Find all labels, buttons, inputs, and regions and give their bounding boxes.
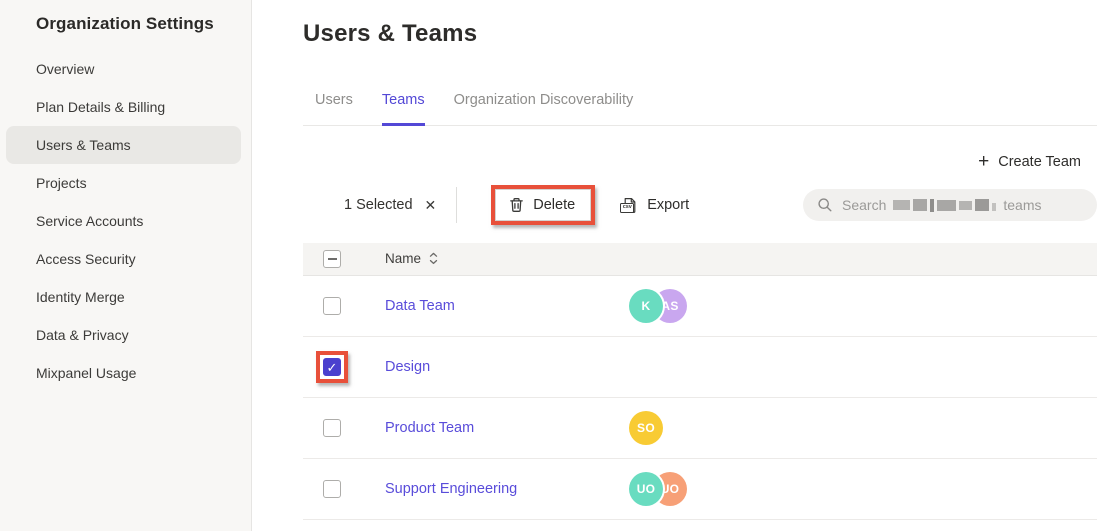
table-row-design: ✓ Design bbox=[303, 337, 1097, 398]
export-button-label: Export bbox=[647, 197, 689, 213]
search-icon bbox=[817, 197, 833, 213]
bulk-action-toolbar: 1 Selected ✕ Delete bbox=[303, 183, 1097, 227]
delete-button-label: Delete bbox=[533, 197, 575, 213]
csv-file-icon: csv bbox=[622, 197, 638, 214]
tab-bar: Users Teams Organization Discoverability bbox=[303, 92, 1097, 126]
team-link-product-team[interactable]: Product Team bbox=[385, 420, 474, 436]
name-column-header: Name bbox=[385, 251, 438, 266]
search-input[interactable]: Search teams bbox=[803, 189, 1097, 221]
sidebar-item-identity-merge[interactable]: Identity Merge bbox=[0, 278, 251, 316]
sidebar-item-projects[interactable]: Projects bbox=[0, 164, 251, 202]
checkbox-highlight-box: ✓ bbox=[316, 351, 348, 383]
sidebar-title: Organization Settings bbox=[0, 12, 251, 34]
table-header-row: Name bbox=[303, 243, 1097, 276]
row-checkbox[interactable] bbox=[323, 419, 341, 437]
main-content: Users & Teams Users Teams Organization D… bbox=[252, 0, 1108, 531]
avatar: K bbox=[629, 289, 663, 323]
trash-icon bbox=[509, 197, 524, 213]
avatar: SO bbox=[629, 411, 663, 445]
sidebar-item-data-privacy[interactable]: Data & Privacy bbox=[0, 316, 251, 354]
row-checkbox-checked[interactable]: ✓ bbox=[323, 358, 341, 376]
toolbar-divider bbox=[456, 187, 457, 223]
team-link-data-team[interactable]: Data Team bbox=[385, 298, 455, 314]
create-team-button[interactable]: + Create Team bbox=[978, 152, 1081, 171]
sidebar: Organization Settings Overview Plan Deta… bbox=[0, 0, 252, 531]
page-title: Users & Teams bbox=[303, 20, 1097, 48]
team-link-design[interactable]: Design bbox=[385, 359, 430, 375]
table-row-product-team: Product Team SO bbox=[303, 398, 1097, 459]
sidebar-item-mixpanel-usage[interactable]: Mixpanel Usage bbox=[0, 354, 251, 392]
member-avatars: K AS bbox=[629, 289, 687, 323]
delete-button[interactable]: Delete bbox=[495, 189, 591, 221]
table-row-data-team: Data Team K AS bbox=[303, 276, 1097, 337]
sidebar-item-access-security[interactable]: Access Security bbox=[0, 240, 251, 278]
member-avatars: SO bbox=[629, 411, 663, 445]
avatar: UO bbox=[629, 472, 663, 506]
search-placeholder: Search teams bbox=[842, 197, 1041, 213]
tab-organization-discoverability[interactable]: Organization Discoverability bbox=[454, 92, 634, 125]
clear-selection-icon[interactable]: ✕ bbox=[423, 195, 439, 216]
selection-status: 1 Selected ✕ bbox=[344, 195, 438, 216]
tab-users[interactable]: Users bbox=[315, 92, 353, 125]
create-team-row: + Create Team bbox=[303, 152, 1097, 171]
sidebar-item-users-teams[interactable]: Users & Teams bbox=[6, 126, 241, 164]
table-row-support-engineering: Support Engineering UO UO bbox=[303, 459, 1097, 520]
teams-table: Name Data Team K AS bbox=[303, 243, 1097, 520]
tab-teams[interactable]: Teams bbox=[382, 92, 425, 126]
sidebar-item-service-accounts[interactable]: Service Accounts bbox=[0, 202, 251, 240]
member-avatars: UO UO bbox=[629, 472, 687, 506]
sidebar-item-overview[interactable]: Overview bbox=[0, 50, 251, 88]
export-button[interactable]: csv Export bbox=[622, 197, 689, 214]
selection-count-label: 1 Selected bbox=[344, 197, 413, 213]
create-team-label: Create Team bbox=[998, 154, 1081, 170]
row-checkbox[interactable] bbox=[323, 480, 341, 498]
row-checkbox[interactable] bbox=[323, 297, 341, 315]
sort-icon[interactable] bbox=[429, 252, 438, 265]
sidebar-item-plan-details-billing[interactable]: Plan Details & Billing bbox=[0, 88, 251, 126]
plus-icon: + bbox=[978, 152, 989, 171]
select-all-checkbox[interactable] bbox=[323, 250, 341, 268]
delete-highlight-box: Delete bbox=[491, 185, 595, 225]
redacted-text bbox=[893, 199, 996, 212]
team-link-support-engineering[interactable]: Support Engineering bbox=[385, 481, 517, 497]
